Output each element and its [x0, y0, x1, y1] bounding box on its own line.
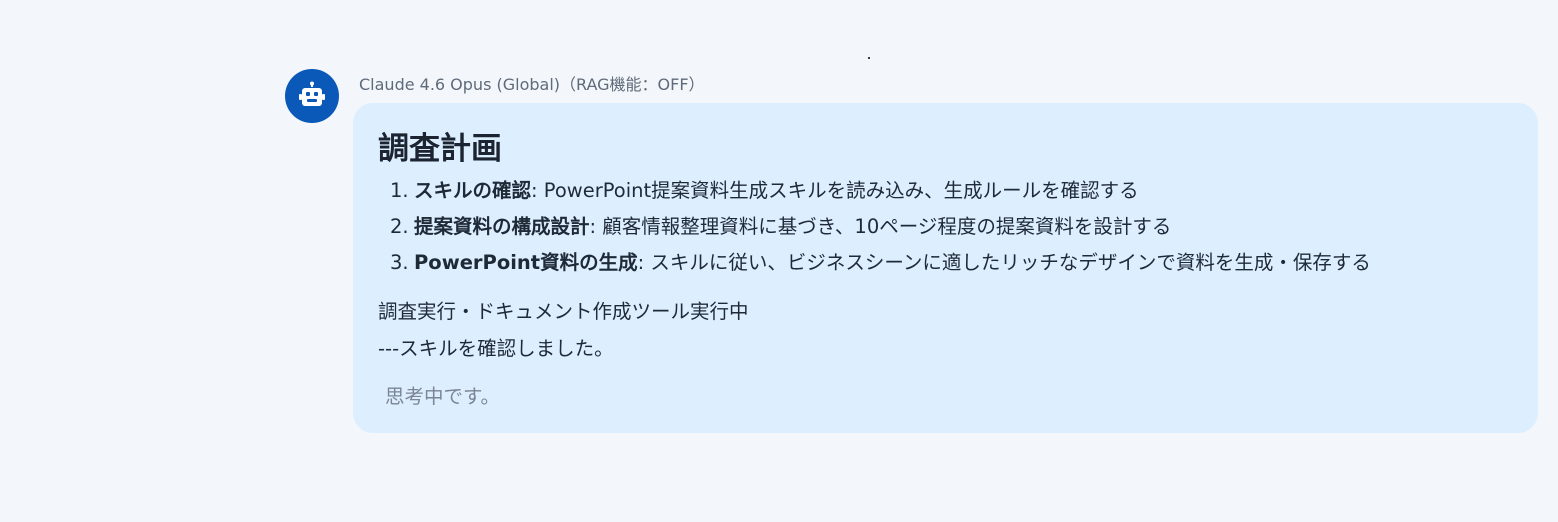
plan-item-number: 3.: [390, 251, 409, 274]
plan-item: 3. PowerPoint資料の生成: スキルに従い、ビジネスシーンに適したリッチ…: [390, 245, 1514, 281]
plan-title: 調査計画: [378, 131, 502, 167]
plan-item: 1. スキルの確認: PowerPoint提案資料生成スキルを読み込み、生成ルール…: [390, 173, 1514, 209]
plan-item-heading: 提案資料の構成設計: [414, 215, 590, 238]
plan-item: 2. 提案資料の構成設計: 顧客情報整理資料に基づき、10ページ程度の提案資料を設…: [390, 209, 1514, 245]
robot-icon: [299, 81, 325, 106]
plan-item-heading: PowerPoint資料の生成: [414, 251, 638, 274]
plan-item-text: : PowerPoint提案資料生成スキルを読み込み、生成ルールを確認する: [531, 179, 1139, 202]
assistant-message-bubble: 調査計画 1. スキルの確認: PowerPoint提案資料生成スキルを読み込み、…: [353, 103, 1538, 433]
stray-dot: [868, 57, 870, 59]
plan-item-text: : 顧客情報整理資料に基づき、10ページ程度の提案資料を設計する: [589, 215, 1172, 238]
plan-item-text: : スキルに従い、ビジネスシーンに適したリッチなデザインで資料を生成・保存する: [637, 251, 1371, 274]
tool-status: 調査実行・ドキュメント作成ツール実行中 ---スキルを確認しました。: [378, 293, 1514, 367]
thinking-indicator: 思考中です。: [385, 385, 501, 408]
tool-result-line: ---スキルを確認しました。: [378, 337, 614, 360]
plan-list: 1. スキルの確認: PowerPoint提案資料生成スキルを読み込み、生成ルール…: [378, 173, 1514, 281]
assistant-avatar: [285, 69, 339, 123]
plan-item-heading: スキルの確認: [414, 179, 532, 202]
sender-label: Claude 4.6 Opus (Global)（RAG機能：OFF）: [359, 75, 705, 94]
tool-status-line: 調査実行・ドキュメント作成ツール実行中: [378, 300, 749, 323]
plan-item-number: 1.: [390, 179, 409, 202]
plan-item-number: 2.: [390, 215, 409, 238]
